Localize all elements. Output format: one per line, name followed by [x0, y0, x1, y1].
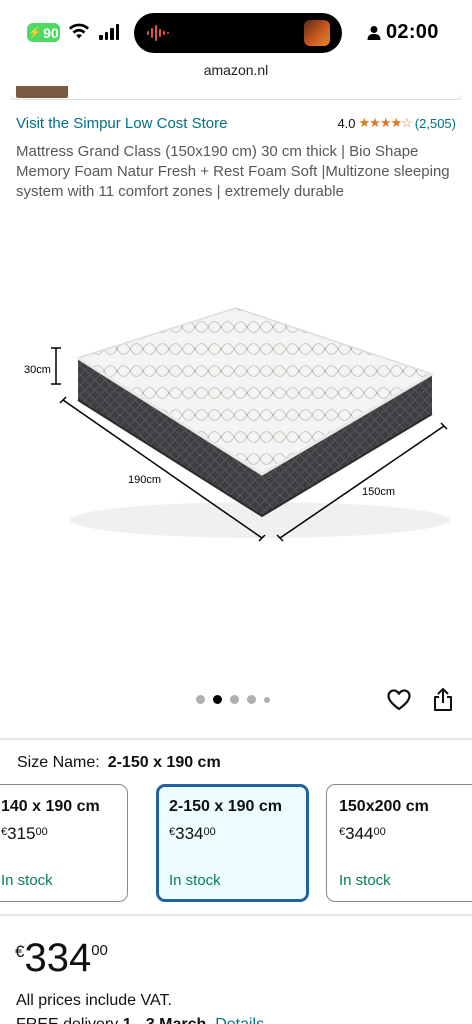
carousel-dot-active[interactable] [213, 695, 222, 704]
heart-icon[interactable] [386, 687, 412, 713]
carousel-dot[interactable] [196, 695, 205, 704]
person-icon [367, 26, 381, 40]
size-option-price: €34400 [339, 824, 386, 843]
cellular-signal-icon [99, 24, 119, 40]
now-playing-artwork [304, 20, 330, 46]
delivery-details-link[interactable]: Details [215, 1016, 264, 1024]
size-selector-label: Size Name: 2-150 x 190 cm [17, 754, 221, 772]
vat-note: All prices include VAT. [16, 992, 172, 1009]
store-link[interactable]: Visit the Simpur Low Cost Store [16, 115, 227, 132]
size-option-stock: In stock [1, 872, 53, 889]
size-options: 140 x 190 cm €31500 In stock 2-150 x 190… [0, 784, 472, 902]
size-option-name: 140 x 190 cm [1, 798, 100, 815]
audio-waveform-icon [147, 25, 169, 41]
carousel-dot[interactable] [230, 695, 239, 704]
dynamic-island[interactable] [134, 13, 342, 53]
carousel-dots[interactable] [196, 695, 270, 704]
battery-level: 90 [43, 24, 59, 41]
size-option-price: €33400 [169, 824, 216, 843]
product-image[interactable]: 30cm 190cm 150cm [0, 250, 472, 590]
product-price: € 334 00 [15, 934, 108, 982]
width-dimension-label: 150cm [362, 486, 395, 498]
price-currency: € [15, 942, 25, 961]
rating-summary[interactable]: 4.0 ★★★★☆ (2,505) [337, 115, 456, 131]
delivery-prefix: FREE delivery [16, 1016, 123, 1024]
size-option-name: 150x200 cm [339, 798, 429, 815]
section-divider [0, 914, 472, 916]
status-time: 02:00 [386, 21, 439, 43]
status-bar: ⚡ 90 02:00 [0, 0, 472, 62]
image-carousel-controls [0, 685, 472, 715]
size-label: Size Name: [17, 754, 100, 771]
price-whole: 334 [24, 936, 92, 980]
carousel-dot[interactable] [247, 695, 256, 704]
size-option-stock: In stock [339, 872, 391, 889]
battery-indicator: ⚡ 90 [27, 23, 60, 42]
size-option-card[interactable]: 150x200 cm €34400 In stock [326, 784, 472, 902]
section-divider [0, 738, 472, 740]
store-rating-row: Visit the Simpur Low Cost Store 4.0 ★★★★… [16, 112, 456, 134]
size-option-stock: In stock [169, 872, 221, 889]
delivery-info: FREE delivery 1 - 3 March. Details [16, 1016, 264, 1024]
size-option-name: 2-150 x 190 cm [169, 798, 282, 815]
size-selected-value: 2-150 x 190 cm [107, 754, 221, 771]
price-cents: 00 [91, 942, 108, 959]
length-dimension-label: 190cm [128, 474, 161, 486]
product-title: Mattress Grand Class (150x190 cm) 30 cm … [16, 143, 450, 200]
image-thumbnail-strip [0, 86, 472, 100]
star-rating-icon: ★★★★☆ [358, 115, 413, 130]
rating-count[interactable]: (2,505) [415, 116, 456, 131]
size-option-card[interactable]: 140 x 190 cm €31500 In stock [0, 784, 128, 902]
size-option-card-selected[interactable]: 2-150 x 190 cm €33400 In stock [156, 784, 309, 902]
charging-bolt-icon: ⚡ [28, 27, 43, 39]
carousel-dot[interactable] [264, 696, 270, 703]
size-option-price: €31500 [1, 824, 48, 843]
rating-value: 4.0 [337, 115, 356, 131]
delivery-date: 1 - 3 March. [123, 1016, 211, 1024]
address-bar[interactable]: amazon.nl [0, 62, 472, 86]
share-icon[interactable] [432, 687, 454, 713]
height-dimension-label: 30cm [24, 364, 51, 376]
wifi-icon [69, 23, 89, 39]
